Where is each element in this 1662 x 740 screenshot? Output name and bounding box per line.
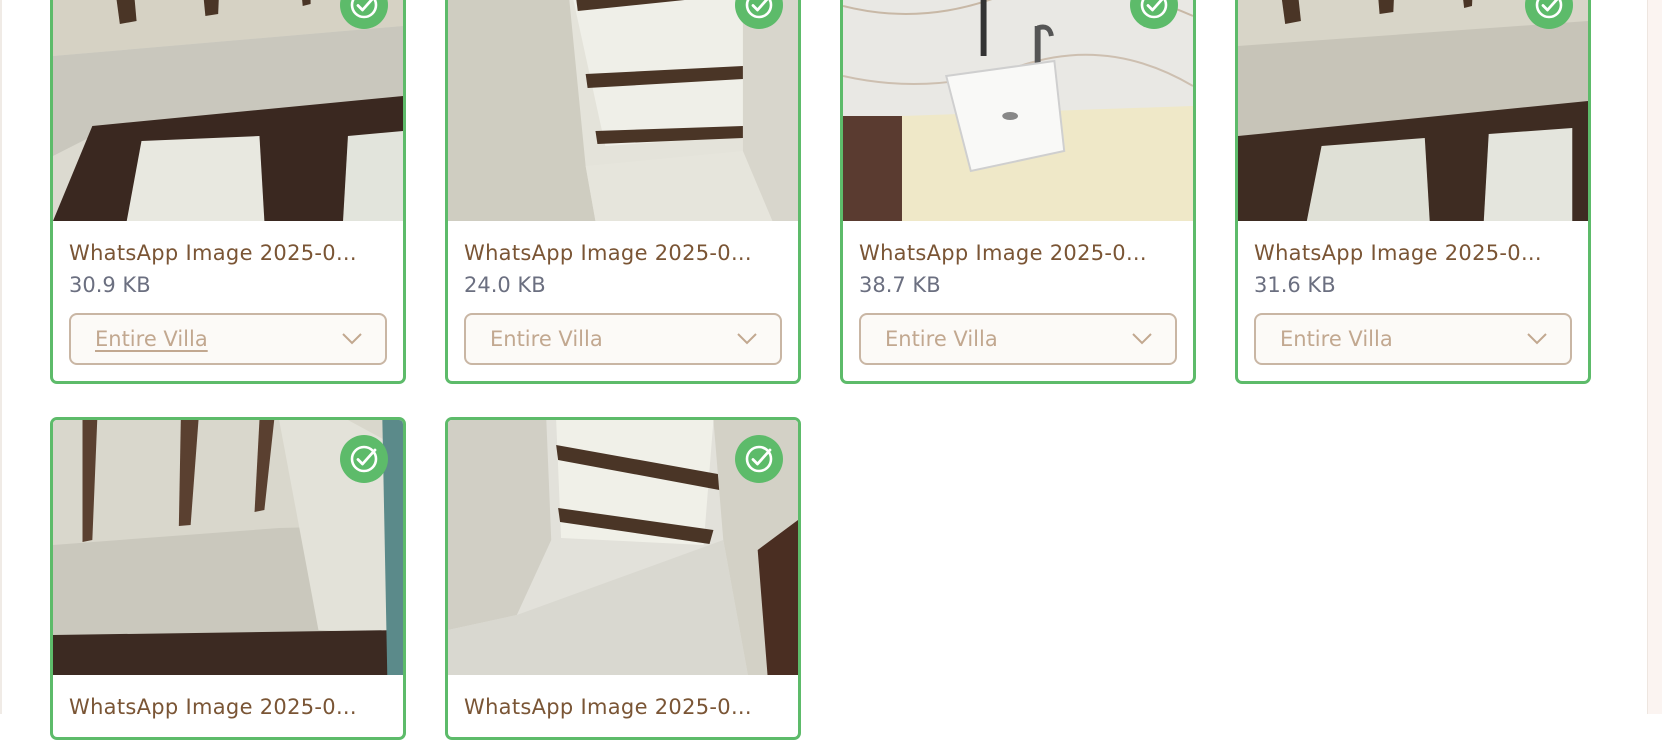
selected-check-icon[interactable] — [340, 435, 388, 483]
file-name: WhatsApp Image 2025-0... — [464, 241, 752, 265]
file-size: 31.6 KB — [1254, 273, 1336, 297]
file-name: WhatsApp Image 2025-0... — [69, 241, 357, 265]
file-size: 38.7 KB — [859, 273, 941, 297]
image-thumbnail[interactable] — [448, 420, 798, 675]
file-name: WhatsApp Image 2025-0... — [464, 695, 752, 719]
category-select-value: Entire Villa — [885, 327, 998, 351]
chevron-down-icon — [736, 332, 758, 346]
image-card[interactable]: WhatsApp Image 2025-0... — [445, 417, 801, 740]
file-size: 24.0 KB — [464, 273, 546, 297]
category-select[interactable]: Entire Villa — [464, 313, 782, 365]
image-card[interactable]: WhatsApp Image 2025-0... 30.9 KB Entire … — [50, 0, 406, 384]
category-select-value: Entire Villa — [1280, 327, 1393, 351]
category-select[interactable]: Entire Villa — [1254, 313, 1572, 365]
image-thumbnail[interactable] — [1238, 0, 1588, 221]
category-select[interactable]: Entire Villa — [859, 313, 1177, 365]
category-select[interactable]: Entire Villa — [69, 313, 387, 365]
scrollbar-track[interactable] — [1647, 0, 1662, 714]
category-select-value: Entire Villa — [95, 327, 208, 351]
chevron-down-icon — [1131, 332, 1153, 346]
image-card[interactable]: WhatsApp Image 2025-0... 38.7 KB Entire … — [840, 0, 1196, 384]
file-name: WhatsApp Image 2025-0... — [1254, 241, 1542, 265]
image-thumbnail[interactable] — [843, 0, 1193, 221]
image-card[interactable]: WhatsApp Image 2025-0... 31.6 KB Entire … — [1235, 0, 1591, 384]
file-name: WhatsApp Image 2025-0... — [69, 695, 357, 719]
selected-check-icon[interactable] — [735, 435, 783, 483]
category-select-value: Entire Villa — [490, 327, 603, 351]
image-card[interactable]: WhatsApp Image 2025-0... 24.0 KB Entire … — [445, 0, 801, 384]
file-name: WhatsApp Image 2025-0... — [859, 241, 1147, 265]
image-thumbnail[interactable] — [53, 0, 403, 221]
chevron-down-icon — [1526, 332, 1548, 346]
file-size: 30.9 KB — [69, 273, 151, 297]
image-thumbnail[interactable] — [448, 0, 798, 221]
image-thumbnail[interactable] — [53, 420, 403, 675]
image-card[interactable]: WhatsApp Image 2025-0... — [50, 417, 406, 740]
chevron-down-icon — [341, 332, 363, 346]
